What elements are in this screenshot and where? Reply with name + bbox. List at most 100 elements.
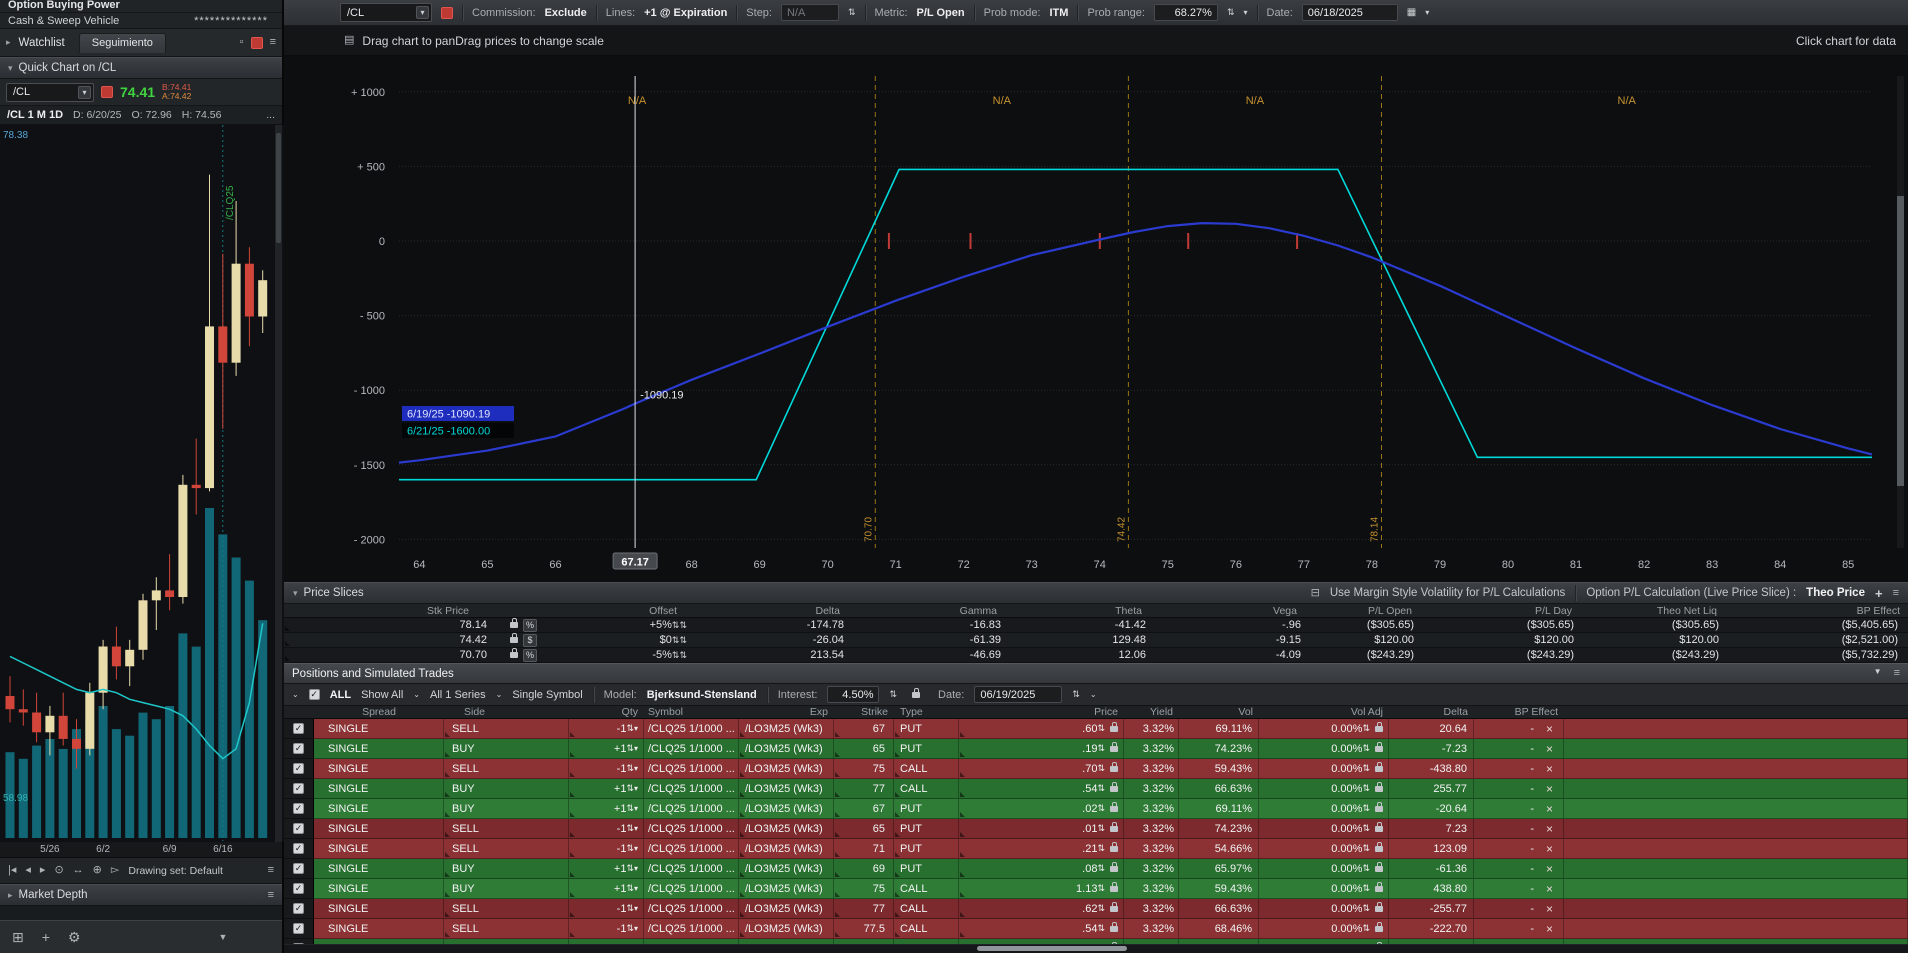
position-side[interactable]: BUY — [444, 879, 569, 899]
cursor-icon[interactable]: ▻ — [111, 865, 119, 876]
lock-icon[interactable] — [1375, 786, 1383, 792]
vol-adj-spinner-icon[interactable]: ⇅ — [1362, 804, 1370, 813]
position-price[interactable]: .62⇅ — [959, 899, 1124, 919]
column-header-price[interactable]: Price — [959, 706, 1124, 718]
drawing-set-label[interactable]: Drawing set: Default — [128, 865, 223, 877]
lock-icon[interactable] — [1110, 806, 1118, 812]
lock-icon[interactable] — [1110, 886, 1118, 892]
metric-value[interactable]: P/L Open — [917, 7, 965, 19]
position-type[interactable]: PUT — [894, 819, 959, 839]
remove-position-button[interactable]: × — [1546, 883, 1553, 895]
position-price[interactable]: .54⇅ — [959, 779, 1124, 799]
qty-dropdown-icon[interactable]: ▾ — [634, 925, 638, 933]
price-spinner-icon[interactable]: ⇅ — [1097, 884, 1105, 893]
remove-position-button[interactable]: × — [1546, 923, 1553, 935]
quick-chart-symbol-combo[interactable]: /CL ▾ — [6, 83, 94, 102]
position-type[interactable]: PUT — [894, 739, 959, 759]
pl-calc-value[interactable]: Theo Price — [1806, 587, 1865, 599]
plot-background[interactable] — [284, 56, 1906, 582]
lock-icon[interactable] — [912, 692, 920, 698]
grid-icon[interactable]: ⊞ — [12, 930, 24, 944]
qty-dropdown-icon[interactable]: ▾ — [634, 725, 638, 733]
price-spinner-icon[interactable]: ⇅ — [1097, 864, 1105, 873]
prob-range-input[interactable]: 68.27% — [1154, 4, 1218, 21]
lock-icon[interactable] — [1110, 826, 1118, 832]
position-strike[interactable]: 65 — [834, 819, 894, 839]
remove-position-button[interactable]: × — [1546, 863, 1553, 875]
position-qty[interactable]: -1⇅▾ — [569, 719, 644, 739]
position-checkbox[interactable]: ✓ — [293, 803, 304, 814]
position-qty[interactable]: +1⇅▾ — [569, 739, 644, 759]
offset-step-spinner-icon[interactable]: ⇅ — [679, 651, 687, 660]
remove-position-button[interactable]: × — [1546, 743, 1553, 755]
lock-icon[interactable] — [510, 622, 518, 628]
position-vol-adj[interactable]: 0.00%⇅ — [1259, 799, 1389, 819]
position-type[interactable]: CALL — [894, 879, 959, 899]
vol-adj-spinner-icon[interactable]: ⇅ — [1362, 764, 1370, 773]
qty-spinner-icon[interactable]: ⇅ — [626, 884, 634, 893]
menu-icon[interactable]: ≡ — [1893, 588, 1899, 599]
column-header-vega[interactable]: Vega — [1156, 605, 1311, 617]
qty-spinner-icon[interactable]: ⇅ — [626, 744, 634, 753]
position-price[interactable]: .60⇅ — [959, 719, 1124, 739]
position-side[interactable]: SELL — [444, 759, 569, 779]
lock-icon[interactable] — [1375, 926, 1383, 932]
show-all-dropdown[interactable]: Show All — [361, 689, 403, 701]
horizontal-scrollbar[interactable] — [284, 944, 1908, 953]
price-spinner-icon[interactable]: ⇅ — [1097, 804, 1105, 813]
qty-dropdown-icon[interactable]: ▾ — [634, 785, 638, 793]
lock-icon[interactable] — [510, 637, 518, 643]
position-qty[interactable]: -1⇅▾ — [569, 819, 644, 839]
column-header-p-l-open[interactable]: P/L Open — [1311, 605, 1424, 617]
slice-stk-price[interactable]: 74.42 — [284, 633, 499, 647]
quick-chart-header[interactable]: ▾ Quick Chart on /CL — [0, 57, 282, 79]
lines-value[interactable]: +1 @ Expiration — [644, 7, 727, 19]
slice-offset[interactable]: +5%⇅⇅ — [569, 618, 699, 632]
slice-stk-price[interactable]: 78.14 — [284, 618, 499, 632]
market-depth-header[interactable]: ▸ Market Depth ≡ — [0, 884, 282, 906]
qty-spinner-icon[interactable]: ⇅ — [626, 724, 634, 733]
position-side[interactable]: BUY — [444, 739, 569, 759]
column-header-spread[interactable]: Spread — [314, 706, 444, 718]
position-strike[interactable]: 67 — [834, 719, 894, 739]
step-input[interactable]: N/A — [781, 4, 839, 21]
fit-width-icon[interactable]: ↔ — [73, 865, 84, 876]
qty-dropdown-icon[interactable]: ▾ — [634, 745, 638, 753]
position-price[interactable]: .54⇅ — [959, 919, 1124, 939]
prob-range-spinner-icon[interactable]: ⇅ — [1227, 8, 1235, 17]
position-strike[interactable]: 77 — [834, 899, 894, 919]
gear-icon[interactable]: ⚙ — [68, 930, 81, 944]
position-price[interactable]: 1.13⇅ — [959, 879, 1124, 899]
remove-position-button[interactable]: × — [1546, 783, 1553, 795]
position-type[interactable]: PUT — [894, 839, 959, 859]
position-side[interactable]: SELL — [444, 719, 569, 739]
pan-right-icon[interactable]: ▸ — [40, 865, 46, 876]
record-icon[interactable] — [251, 37, 263, 49]
lock-icon[interactable] — [1110, 926, 1118, 932]
price-spinner-icon[interactable]: ⇅ — [1097, 824, 1105, 833]
position-type[interactable]: PUT — [894, 719, 959, 739]
lock-icon[interactable] — [1375, 866, 1383, 872]
alert-badge-icon[interactable] — [441, 7, 453, 19]
vol-adj-spinner-icon[interactable]: ⇅ — [1362, 904, 1370, 913]
position-qty[interactable]: +1⇅▾ — [569, 799, 644, 819]
vol-adj-spinner-icon[interactable]: ⇅ — [1362, 784, 1370, 793]
remove-position-button[interactable]: × — [1546, 823, 1553, 835]
prob-mode-value[interactable]: ITM — [1050, 7, 1069, 19]
all-label[interactable]: ALL — [330, 689, 351, 701]
price-spinner-icon[interactable]: ⇅ — [1097, 784, 1105, 793]
panel-split-icon[interactable]: ▫ — [240, 37, 244, 48]
lock-icon[interactable] — [1110, 866, 1118, 872]
position-vol-adj[interactable]: 0.00%⇅ — [1259, 819, 1389, 839]
position-strike[interactable]: 69 — [834, 859, 894, 879]
chart-vertical-scrollbar[interactable] — [1897, 76, 1904, 548]
position-checkbox[interactable]: ✓ — [293, 743, 304, 754]
overflow-ellipsis[interactable]: ... — [266, 109, 275, 121]
remove-position-button[interactable]: × — [1546, 763, 1553, 775]
position-checkbox[interactable]: ✓ — [293, 923, 304, 934]
lock-icon[interactable] — [1375, 906, 1383, 912]
offset-step-spinner-icon[interactable]: ⇅ — [679, 636, 687, 645]
position-strike[interactable]: 75 — [834, 879, 894, 899]
offset-spinner-icon[interactable]: ⇅ — [672, 621, 680, 630]
pos-date-input[interactable]: 06/19/2025 — [974, 686, 1062, 703]
